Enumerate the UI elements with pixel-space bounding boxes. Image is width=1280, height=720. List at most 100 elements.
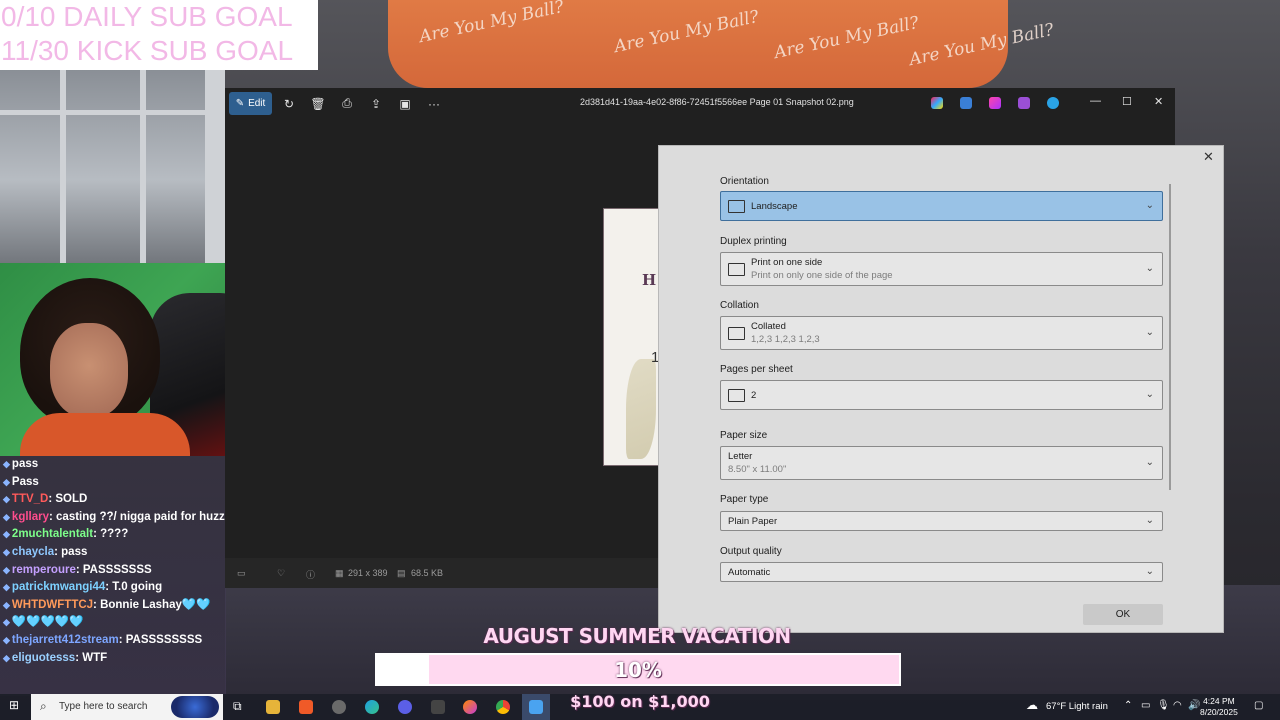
close-icon[interactable]: ✕ <box>1154 95 1163 108</box>
print-button[interactable]: ⎙ <box>336 92 358 115</box>
image-preview: H 1 <box>603 208 659 466</box>
microphone-icon[interactable]: 🎙 <box>1157 700 1170 711</box>
chevron-down-icon: ⌄ <box>1145 200 1154 211</box>
landscape-icon <box>728 200 745 213</box>
firefox-icon[interactable] <box>463 700 477 714</box>
ok-button[interactable]: OK <box>1083 604 1163 625</box>
chat-text: Pass <box>11 475 39 488</box>
file-explorer-icon[interactable] <box>266 700 280 714</box>
slideshow-button[interactable]: ▣ <box>394 92 416 115</box>
chat-message: ◆ Pass <box>0 474 226 492</box>
onedrive-icon[interactable] <box>1047 97 1059 109</box>
clipchamp-icon[interactable] <box>989 97 1001 109</box>
start-button[interactable]: ⊞ <box>9 698 19 712</box>
sub-goal-overlay: 0/10 DAILY SUB GOAL 11/30 KICK SUB GOAL <box>0 0 318 70</box>
output-quality-select[interactable]: Automatic ⌄ <box>720 562 1163 582</box>
edge-icon[interactable] <box>365 700 379 714</box>
taskbar-search[interactable]: ⌕ Type here to search <box>31 694 223 720</box>
kick-sub-goal: 11/30 KICK SUB GOAL <box>1 35 294 66</box>
volume-icon[interactable]: 🔊 <box>1188 700 1200 711</box>
chevron-down-icon: ⌄ <box>1145 327 1154 338</box>
search-highlight-icon[interactable] <box>171 696 219 718</box>
chat-message: ◆ TTV_D: SOLD <box>0 491 226 509</box>
weather-icon[interactable]: ☁ <box>1026 698 1038 712</box>
share-button[interactable]: ⇪ <box>365 92 387 115</box>
notifications-icon[interactable]: ▢ <box>1254 700 1263 711</box>
chat-text: : PASSSSSSSS <box>118 633 203 646</box>
paper-size-select[interactable]: Letter 8.50" x 11.00" ⌄ <box>720 446 1163 480</box>
info-icon[interactable]: ⓘ <box>306 568 315 581</box>
webcam-feed <box>0 263 258 456</box>
pages-per-sheet-label: Pages per sheet <box>720 364 793 375</box>
more-options-button[interactable]: ··· <box>423 92 445 115</box>
photos-taskbar-button[interactable] <box>522 694 550 720</box>
chat-username[interactable]: chaycla <box>12 546 54 558</box>
output-quality-value: Automatic <box>728 567 771 578</box>
chat-username[interactable]: eliguotesss <box>12 652 75 664</box>
banner-text: Are You My Ball? <box>772 12 921 64</box>
filmstrip-icon[interactable]: ▭ <box>237 568 246 579</box>
favorite-icon[interactable]: ♡ <box>277 568 285 579</box>
edit-button[interactable]: ✎ Edit <box>229 92 272 115</box>
delete-button[interactable]: 🗑 <box>307 92 329 115</box>
chat-username[interactable]: kgllary <box>12 511 49 523</box>
chat-badge-icon: ◆ <box>3 599 10 610</box>
edit-label: Edit <box>248 98 266 109</box>
duplex-printing-select[interactable]: Print on one side Print on only one side … <box>720 252 1163 286</box>
apps-icon[interactable] <box>1018 97 1030 109</box>
collation-description: 1,2,3 1,2,3 1,2,3 <box>751 334 820 345</box>
photos-icon <box>529 700 543 714</box>
chat-username[interactable]: thejarrett412stream <box>12 634 119 646</box>
brave-icon[interactable] <box>299 700 313 714</box>
discord-icon[interactable] <box>398 700 412 714</box>
output-quality-label: Output quality <box>720 546 782 557</box>
weather-text[interactable]: 67°F Light rain <box>1046 701 1108 712</box>
orientation-label: Orientation <box>720 176 769 187</box>
designer-icon[interactable] <box>960 97 972 109</box>
image-size-icon: ▦ <box>335 568 344 578</box>
network-device-icon[interactable]: ▭ <box>1141 700 1150 711</box>
chat-badge-icon: ◆ <box>3 582 10 593</box>
chat-username[interactable]: WHTDWFTTCJ <box>12 599 93 611</box>
file-size-icon: ▤ <box>397 568 406 578</box>
orientation-select[interactable]: Landscape ⌄ <box>720 191 1163 221</box>
collation-select[interactable]: Collated 1,2,3 1,2,3 1,2,3 ⌄ <box>720 316 1163 350</box>
background-banner: Are You My Ball? Are You My Ball? Are Yo… <box>388 0 1056 88</box>
pages-per-sheet-select[interactable]: 2 ⌄ <box>720 380 1163 410</box>
copilot-icon[interactable] <box>931 97 943 109</box>
chat-text: : PASSSSSSS <box>75 563 152 576</box>
chat-username[interactable]: TTV_D <box>12 493 48 505</box>
rotate-button[interactable]: ↻ <box>278 92 300 115</box>
maximize-icon[interactable]: ☐ <box>1122 95 1132 108</box>
chat-username[interactable]: patrickmwangi44 <box>12 581 105 593</box>
system-clock[interactable]: 4:24 PM 8/20/2025 <box>1200 696 1238 718</box>
windows-icon: ⊞ <box>9 698 20 712</box>
chat-text: 🩵🩵🩵🩵🩵 <box>11 616 84 629</box>
wifi-icon[interactable]: ◠ <box>1173 700 1182 711</box>
chat-panel: ◆ pass ◆ Pass ◆ TTV_D: SOLD ◆ kgllary: casting … <box>0 456 226 696</box>
goal-progress-bar: 10% <box>375 653 901 686</box>
chevron-down-icon: ⌄ <box>1145 515 1154 526</box>
chat-message: ◆ thejarrett412stream: PASSSSSSSS <box>0 632 226 650</box>
chat-username[interactable]: remperoure <box>12 564 76 576</box>
paper-type-select[interactable]: Plain Paper ⌄ <box>720 511 1163 531</box>
chat-message: ◆ WHTDWFTTCJ: Bonnie Lashay🩵🩵 <box>0 597 226 615</box>
stream-app-icon[interactable] <box>431 700 445 714</box>
chevron-up-icon[interactable]: ⌃ <box>1124 700 1132 711</box>
chat-username[interactable]: 2muchtalentalt <box>12 528 93 540</box>
chat-message: ◆ kgllary: casting ??/ nigga paid for huz… <box>0 509 226 527</box>
dialog-close-icon[interactable]: ✕ <box>1203 149 1214 165</box>
chat-badge-icon: ◆ <box>3 459 10 469</box>
background-window <box>0 70 225 270</box>
chat-text: : ???? <box>93 528 129 541</box>
chrome-icon[interactable] <box>496 700 510 714</box>
dialog-scrollbar[interactable] <box>1169 184 1171 490</box>
minimize-icon[interactable]: — <box>1090 95 1101 107</box>
duplex-printing-label: Duplex printing <box>720 236 787 247</box>
duplex-printing-value: Print on one side <box>751 257 823 268</box>
chat-message: ◆ 2muchtalentalt: ???? <box>0 526 226 544</box>
printer-icon: ⎙ <box>342 96 352 110</box>
task-view-icon[interactable]: ⧉ <box>233 699 242 714</box>
chrome-beta-icon[interactable] <box>332 700 346 714</box>
chat-message: ◆ remperoure: PASSSSSSS <box>0 562 226 580</box>
